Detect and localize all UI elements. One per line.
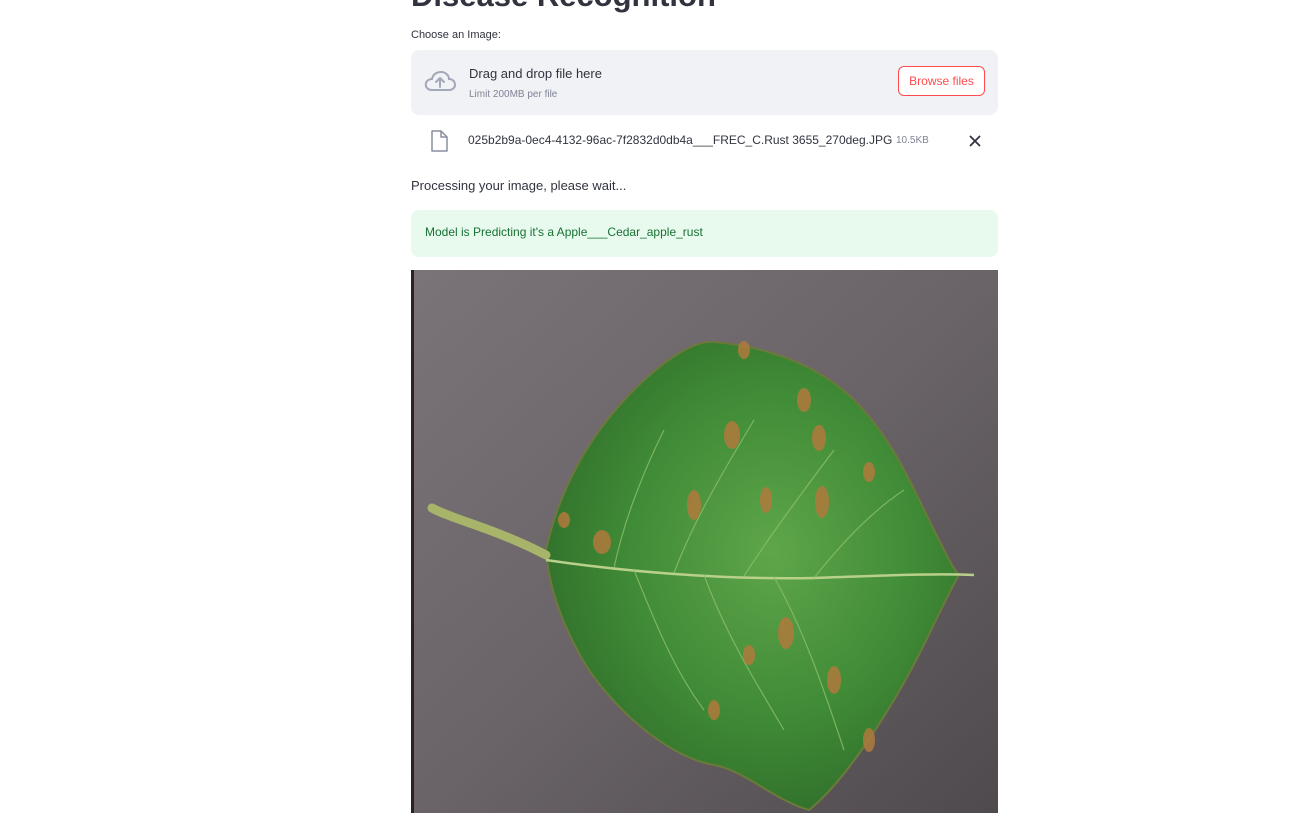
file-dropzone[interactable]: Drag and drop file here Limit 200MB per … bbox=[411, 50, 998, 115]
processing-status: Processing your image, please wait... bbox=[411, 178, 627, 193]
file-icon bbox=[431, 130, 448, 152]
dropzone-title: Drag and drop file here bbox=[469, 66, 602, 81]
uploaded-file-row: 025b2b9a-0ec4-4132-96ac-7f2832d0db4a___F… bbox=[411, 126, 998, 156]
close-icon[interactable] bbox=[967, 133, 983, 149]
file-size: 10.5KB bbox=[896, 135, 929, 146]
page-title: Disease Recognition bbox=[411, 0, 716, 14]
cloud-upload-icon bbox=[424, 70, 456, 91]
dropzone-limit: Limit 200MB per file bbox=[469, 89, 558, 100]
browse-files-button[interactable]: Browse files bbox=[898, 66, 985, 96]
uploader-label: Choose an Image: bbox=[411, 29, 501, 41]
prediction-message: Model is Predicting it's a Apple___Cedar… bbox=[425, 225, 703, 239]
uploaded-leaf-image bbox=[411, 270, 998, 813]
file-name: 025b2b9a-0ec4-4132-96ac-7f2832d0db4a___F… bbox=[468, 133, 893, 147]
prediction-alert: Model is Predicting it's a Apple___Cedar… bbox=[411, 210, 998, 257]
